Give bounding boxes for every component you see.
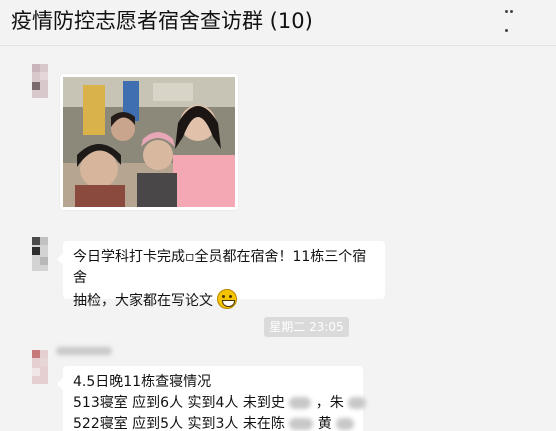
message-line: 今日学科打卡完成▫全员都在宿舍！11栋三个宿舍 (73, 249, 367, 286)
avatar[interactable] (32, 237, 48, 271)
blur-redaction (289, 418, 314, 430)
message-line: 513寝室 应到6人 实到4人 未到史 ，朱 (73, 393, 367, 414)
blur-redaction (348, 397, 367, 409)
message-line-tail: 黄 (317, 416, 332, 431)
text-message[interactable]: 今日学科打卡完成▫全员都在宿舍！11栋三个宿舍 抽检，大家都在写论文 (57, 241, 385, 309)
avatar[interactable] (32, 64, 48, 98)
more-icon[interactable] (505, 0, 519, 32)
message-line-text: 513寝室 应到6人 实到4人 未到史 (73, 395, 285, 411)
grin-emoji-icon (217, 289, 238, 309)
message-line: 4.5日晚11栋查寝情况 (73, 374, 212, 390)
avatar[interactable] (32, 350, 48, 384)
message-line-tail: ，朱 (315, 395, 344, 411)
photo-image[interactable] (63, 77, 235, 207)
blur-redaction (289, 397, 312, 409)
message-line: 抽检，大家都在写论文 (73, 289, 375, 312)
blur-redaction (336, 418, 355, 430)
timestamp: 星期二 23:05 (264, 317, 349, 337)
sender-name (56, 347, 112, 355)
image-message[interactable] (60, 74, 238, 210)
message-line: 522寝室 应到5人 实到3人 未在陈 黄 (73, 414, 355, 431)
chat-title: 疫情防控志愿者宿舍查访群 (10) (11, 9, 313, 33)
text-message[interactable]: 4.5日晚11栋查寝情况 513寝室 应到6人 实到4人 未到史 ，朱 522寝… (57, 366, 367, 431)
chat-header: 疫情防控志愿者宿舍查访群 (10) (0, 0, 556, 46)
message-line-text: 522寝室 应到5人 实到3人 未在陈 (73, 416, 285, 431)
message-line-text: 抽检，大家都在写论文 (73, 293, 213, 309)
